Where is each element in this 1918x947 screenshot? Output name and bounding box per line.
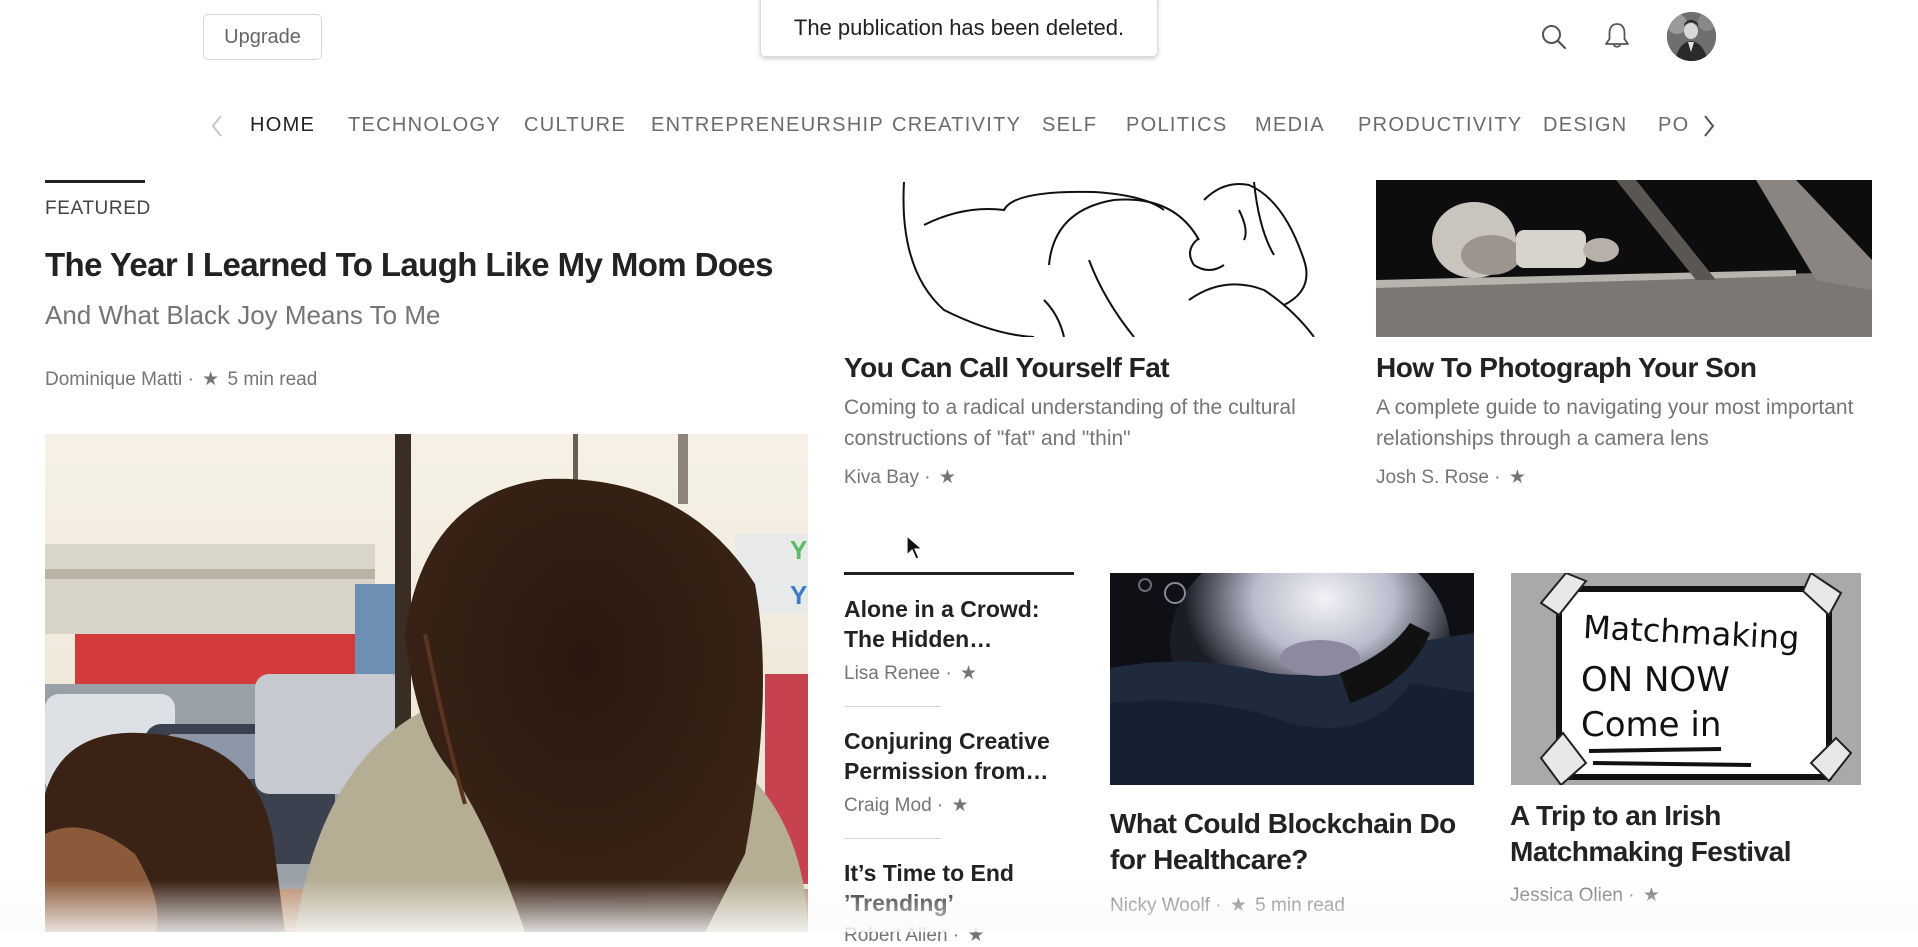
- toast-notification: The publication has been deleted.: [760, 0, 1158, 57]
- user-avatar[interactable]: [1667, 12, 1716, 61]
- meta-separator: ·: [187, 369, 194, 390]
- list-item-divider: [844, 706, 941, 707]
- article-meta-fat: Kiva Bay · ★: [844, 466, 959, 489]
- article-image-fat[interactable]: [844, 180, 1330, 337]
- nav-item-design[interactable]: DESIGN: [1543, 108, 1627, 142]
- topic-nav: HOME TECHNOLOGY CULTURE ENTREPRENEURSHIP…: [0, 108, 1918, 144]
- article-desc-son: A complete guide to navigating your most…: [1376, 396, 1854, 450]
- list-item-title[interactable]: Conjuring Creative Permission from…: [844, 726, 1074, 786]
- list-item-meta: Robert Allen · ★: [844, 924, 987, 947]
- star-icon: ★: [960, 663, 978, 684]
- list-item-title[interactable]: It’s Time to End ’Trending’: [844, 858, 1074, 918]
- list-item-divider: [844, 838, 941, 839]
- star-icon: ★: [938, 467, 956, 488]
- star-icon: ★: [1508, 467, 1526, 488]
- sign-line-2: ON NOW: [1581, 660, 1730, 700]
- toast-message: The publication has been deleted.: [793, 15, 1125, 40]
- sign-line-3: Come in: [1581, 705, 1721, 745]
- meta-separator: ·: [1628, 885, 1635, 906]
- list-item-meta: Craig Mod · ★: [844, 794, 972, 817]
- nav-overflow-clip: POPULAR: [1655, 108, 1691, 144]
- star-icon: ★: [1229, 895, 1247, 916]
- author-link[interactable]: Kiva Bay: [844, 467, 919, 488]
- author-link[interactable]: Lisa Renee: [844, 663, 940, 684]
- author-link[interactable]: Craig Mod: [844, 795, 932, 816]
- author-link[interactable]: Robert Allen: [844, 925, 948, 946]
- author-link[interactable]: Jessica Olien: [1510, 885, 1623, 906]
- chevron-left-icon[interactable]: [208, 113, 226, 139]
- list-item-title[interactable]: Alone in a Crowd: The Hidden…: [844, 594, 1074, 654]
- star-icon: ★: [1642, 885, 1660, 906]
- featured-divider: [45, 180, 145, 183]
- meta-separator: ·: [945, 663, 952, 684]
- star-icon: ★: [951, 795, 969, 816]
- meta-separator: ·: [952, 925, 960, 946]
- nav-item-creativity[interactable]: CREATIVITY: [892, 108, 1021, 142]
- nav-item-politics[interactable]: POLITICS: [1126, 108, 1228, 142]
- meta-separator: ·: [924, 467, 931, 488]
- article-meta-blockchain: Nicky Woolf · ★ 5 min read: [1110, 894, 1345, 917]
- nav-item-culture[interactable]: CULTURE: [524, 108, 626, 142]
- search-icon[interactable]: [1540, 23, 1568, 51]
- author-link[interactable]: Josh S. Rose: [1376, 467, 1489, 488]
- nav-item-entrepreneurship[interactable]: ENTREPRENEURSHIP: [651, 108, 884, 142]
- article-title-blockchain[interactable]: What Could Blockchain Do for Healthcare?: [1110, 806, 1470, 878]
- nav-item-popular[interactable]: POPULAR: [1658, 108, 1691, 142]
- chevron-right-icon[interactable]: [1700, 113, 1718, 139]
- star-icon: ★: [202, 369, 220, 390]
- upgrade-button[interactable]: Upgrade: [203, 14, 322, 60]
- list-item-meta: Lisa Renee · ★: [844, 662, 980, 685]
- nav-item-self[interactable]: SELF: [1042, 108, 1097, 142]
- article-meta-son: Josh S. Rose · ★: [1376, 466, 1529, 489]
- list-divider: [844, 572, 1074, 575]
- article-desc-fat: Coming to a radical understanding of the…: [844, 396, 1296, 450]
- article-title-son[interactable]: How To Photograph Your Son: [1376, 350, 1757, 386]
- meta-separator: ·: [936, 795, 944, 816]
- meta-separator: ·: [1494, 467, 1501, 488]
- author-link[interactable]: Nicky Woolf: [1110, 895, 1210, 916]
- article-image-matchmaking[interactable]: Matchmaking ON NOW Come in: [1511, 573, 1861, 785]
- article-title-matchmaking[interactable]: A Trip to an Irish Matchmaking Festival: [1510, 798, 1870, 870]
- article-image-blockchain[interactable]: [1110, 573, 1474, 785]
- author-link[interactable]: Dominique Matti: [45, 369, 182, 390]
- featured-article-title[interactable]: The Year I Learned To Laugh Like My Mom …: [45, 246, 773, 284]
- svg-text:Y: Y: [790, 535, 807, 565]
- article-title-fat[interactable]: You Can Call Yourself Fat: [844, 350, 1170, 386]
- featured-section-label: FEATURED: [45, 198, 151, 219]
- nav-item-productivity[interactable]: PRODUCTIVITY: [1358, 108, 1523, 142]
- article-meta-matchmaking: Jessica Olien · ★: [1510, 884, 1663, 907]
- featured-article-image[interactable]: Y Y: [45, 434, 808, 932]
- read-time: 5 min read: [227, 369, 318, 390]
- nav-item-technology[interactable]: TECHNOLOGY: [348, 108, 501, 142]
- featured-article-subtitle: And What Black Joy Means To Me: [45, 300, 441, 330]
- star-icon: ★: [967, 925, 985, 946]
- meta-separator: ·: [1215, 895, 1222, 916]
- article-image-son[interactable]: [1376, 180, 1872, 337]
- nav-item-home[interactable]: HOME: [250, 108, 315, 142]
- svg-text:Y: Y: [790, 580, 807, 610]
- mouse-cursor-icon: [906, 534, 924, 566]
- nav-item-media[interactable]: MEDIA: [1255, 108, 1325, 142]
- read-time: 5 min read: [1255, 895, 1345, 916]
- featured-article-meta: Dominique Matti · ★ 5 min read: [45, 368, 317, 391]
- bell-icon[interactable]: [1601, 20, 1633, 52]
